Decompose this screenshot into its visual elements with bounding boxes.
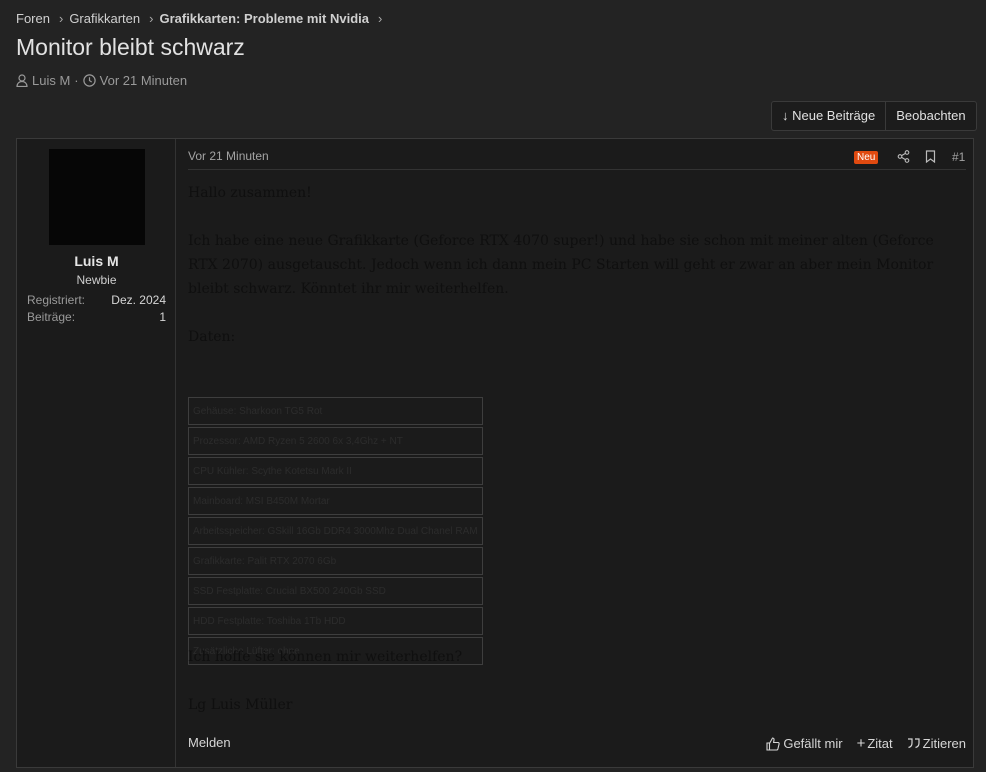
quote-icon bbox=[907, 738, 920, 749]
watch-button[interactable]: Beobachten bbox=[885, 102, 975, 130]
username[interactable]: Luis M bbox=[17, 253, 176, 269]
new-badge: Neu bbox=[854, 151, 879, 164]
page-title: Monitor bleibt schwarz bbox=[16, 34, 245, 60]
spec-cell: SSD Festplatte: Crucial BX500 240Gb SSD bbox=[188, 577, 483, 605]
table-row: Grafikkarte: Palit RTX 2070 6Gb bbox=[188, 547, 483, 575]
table-row: Arbeitsspeicher: GSkill 16Gb DDR4 3000Mh… bbox=[188, 517, 483, 545]
like-button[interactable]: Gefällt mir bbox=[766, 736, 843, 751]
spec-cell: CPU Kühler: Scythe Kotetsu Mark II bbox=[188, 457, 483, 485]
post-number[interactable]: #1 bbox=[952, 150, 965, 164]
post-signoff: Lg Luis Müller bbox=[188, 697, 293, 713]
spec-cell: Gehäuse: Sharkoon TG5 Rot bbox=[188, 397, 483, 425]
stat-value[interactable]: 1 bbox=[159, 310, 166, 324]
breadcrumb: Foren › Grafikkarten › Grafikkarten: Pro… bbox=[16, 11, 388, 26]
thread-author[interactable]: Luis M bbox=[32, 73, 70, 88]
user-pane: Luis M Newbie Registriert: Dez. 2024 Bei… bbox=[17, 139, 176, 767]
plus-icon: + bbox=[856, 735, 866, 752]
chevron-right-icon: › bbox=[149, 11, 154, 26]
spec-cell: Mainboard: MSI B450M Mortar bbox=[188, 487, 483, 515]
post: Luis M Newbie Registriert: Dez. 2024 Bei… bbox=[16, 138, 974, 768]
stat-label: Registriert: bbox=[27, 293, 86, 307]
specs-table: Gehäuse: Sharkoon TG5 Rot Prozessor: AMD… bbox=[188, 397, 483, 665]
thread-time[interactable]: Vor 21 Minuten bbox=[100, 73, 187, 88]
breadcrumb-nvidia-problems[interactable]: Grafikkarten: Probleme mit Nvidia bbox=[159, 11, 369, 26]
meta-separator: · bbox=[74, 73, 79, 88]
thread-meta: Luis M · Vor 21 Minuten bbox=[16, 73, 187, 88]
add-quote-label: Zitat bbox=[867, 736, 893, 751]
breadcrumb-graphics-cards[interactable]: Grafikkarten bbox=[69, 11, 140, 26]
stat-label: Beiträge: bbox=[27, 310, 76, 324]
quote-button[interactable]: Zitieren bbox=[907, 736, 966, 751]
clock-icon bbox=[82, 74, 96, 87]
post-greeting: Hallo zusammen! bbox=[188, 185, 312, 201]
user-rank: Newbie bbox=[76, 273, 117, 287]
like-label: Gefällt mir bbox=[783, 736, 843, 751]
table-row: CPU Kühler: Scythe Kotetsu Mark II bbox=[188, 457, 483, 485]
post-actions: Gefällt mir + Zitat Zitieren bbox=[752, 735, 966, 752]
bookmark-icon[interactable] bbox=[925, 150, 936, 163]
post-header: Vor 21 Minuten Neu #1 bbox=[188, 149, 966, 170]
breadcrumb-forums[interactable]: Foren bbox=[16, 11, 50, 26]
thread-actions: ↓ Neue Beiträge Beobachten bbox=[771, 101, 977, 131]
share-icon[interactable] bbox=[897, 150, 910, 163]
post-body: Hallo zusammen! Ich habe eine neue Grafi… bbox=[188, 181, 966, 349]
chevron-right-icon: › bbox=[58, 11, 64, 26]
spec-cell: HDD Festplatte: Toshiba 1Tb HDD bbox=[188, 607, 483, 635]
spec-cell: Grafikkarte: Palit RTX 2070 6Gb bbox=[188, 547, 483, 575]
quote-label: Zitieren bbox=[922, 736, 966, 751]
post-text: Ich habe eine neue Grafikkarte (Geforce … bbox=[188, 233, 934, 297]
post-data-label: Daten: bbox=[188, 329, 236, 345]
table-row: Prozessor: AMD Ryzen 5 2600 6x 3,4Ghz + … bbox=[188, 427, 483, 455]
stat-value: Dez. 2024 bbox=[111, 293, 166, 307]
add-quote-button[interactable]: + Zitat bbox=[857, 735, 893, 752]
spec-cell: Arbeitsspeicher: GSkill 16Gb DDR4 3000Mh… bbox=[188, 517, 483, 545]
table-row: Mainboard: MSI B450M Mortar bbox=[188, 487, 483, 515]
table-row: SSD Festplatte: Crucial BX500 240Gb SSD bbox=[188, 577, 483, 605]
user-icon bbox=[16, 74, 28, 87]
post-footer: Melden Gefällt mir + Zitat Zitieren bbox=[188, 735, 966, 755]
spec-cell: Prozessor: AMD Ryzen 5 2600 6x 3,4Ghz + … bbox=[188, 427, 483, 455]
thumbs-up-icon bbox=[766, 736, 781, 751]
new-posts-button[interactable]: ↓ Neue Beiträge bbox=[772, 102, 885, 130]
avatar[interactable] bbox=[49, 149, 145, 245]
stat-posts: Beiträge: 1 bbox=[27, 310, 166, 324]
chevron-right-icon: › bbox=[377, 11, 383, 26]
table-row: Gehäuse: Sharkoon TG5 Rot bbox=[188, 397, 483, 425]
stat-registered: Registriert: Dez. 2024 bbox=[27, 293, 166, 307]
table-row: HDD Festplatte: Toshiba 1Tb HDD bbox=[188, 607, 483, 635]
report-link[interactable]: Melden bbox=[188, 735, 231, 750]
post-content: Vor 21 Minuten Neu #1 Hallo zusammen! Ic… bbox=[188, 139, 966, 767]
post-date[interactable]: Vor 21 Minuten bbox=[188, 149, 269, 163]
post-closing: Ich hoffe sie können mir weiterhelfen? bbox=[188, 649, 463, 665]
